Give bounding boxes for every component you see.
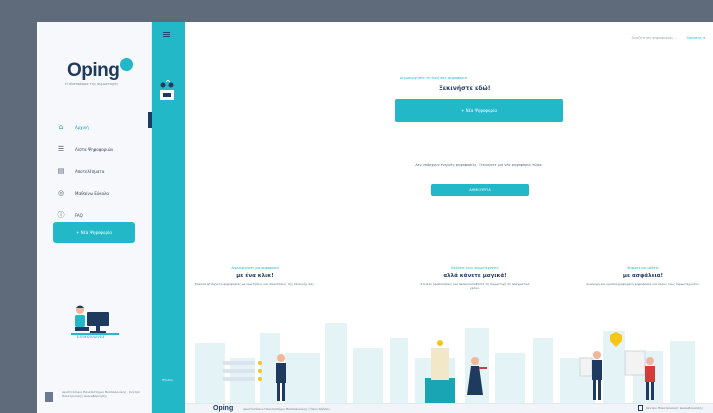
feature-subtitle: Ψηφίστε και μάθετε: [627, 266, 659, 270]
app-window: Oping Η πλατφόρμα της συμμετοχής ⌂ Αρχικ…: [37, 22, 713, 413]
logo-dot-icon: [120, 58, 134, 71]
learn-icon: ◎: [57, 189, 65, 197]
logout-label[interactable]: Έξοδος: [162, 378, 173, 382]
feature-description: Ανώνυμη και κρυπτογραφημένη ψηφοφορία γι…: [586, 282, 700, 286]
sidebar-item-votes[interactable]: ☰ Λίστα Ψηφοφοριών: [55, 138, 113, 160]
feature-title: με ασφάλεια!: [622, 273, 664, 279]
brand-name: Oping: [67, 60, 120, 81]
user-name: Χρήστης: [686, 36, 703, 40]
page-footer: Oping Αριστοτέλειο Πανεπιστήμιο Θεσσαλον…: [185, 403, 713, 413]
menu-icon[interactable]: ≡: [162, 28, 171, 41]
sidebar-footer-text: Αριστοτέλειο Πανεπιστήμιο Θεσσαλονίκης ·…: [62, 390, 140, 398]
help-icon: ⓘ: [57, 211, 65, 219]
brand-tagline: Η πλατφόρμα της συμμετοχής: [65, 82, 119, 86]
sidebar-item-learn[interactable]: ◎ Μαθαίνω Εύκολα: [55, 182, 113, 204]
sidebar-item-results[interactable]: ▤ Αποτελέσματα: [55, 160, 113, 182]
list-icon: ☰: [57, 145, 65, 153]
feature-description: Στείλτε προσκλήσεις και παρακολουθήστε τ…: [420, 282, 530, 291]
feature-title: με ένα κλικ!: [236, 273, 274, 279]
sidebar-item-label: Μαθαίνω Εύκολα: [75, 190, 110, 196]
sidebar-item-home[interactable]: ⌂ Αρχική: [55, 116, 113, 138]
partner-logo-icon: [638, 405, 644, 411]
create-vote-button[interactable]: + Νέα Ψηφοφορία: [395, 99, 563, 122]
sidebar-item-label: FAQ: [75, 212, 83, 218]
create-button[interactable]: ΔΗΜΙΟΥΡΓΙΑ: [431, 184, 529, 196]
city-skyline-illustration: [195, 323, 695, 413]
results-icon: ▤: [57, 167, 65, 175]
empty-state-text: Δεν υπάρχουν ενεργές ψηφοφορίες. Ξεκινήσ…: [415, 163, 543, 167]
sidebar-item-label: Λίστα Ψηφοφοριών: [75, 146, 114, 152]
person-at-desk-illustration: [71, 305, 119, 335]
sidebar-item-label: Αρχική: [75, 124, 89, 130]
footer-partner: Κέντρο Ηλεκτρονικής Διακυβέρνησης: [638, 405, 703, 411]
feature-description: Εύκολα φτιάχνετε ψηφοφορίες με ερωτήσεις…: [195, 282, 315, 286]
feature-subtitle: Καλέστε τους συμμετέχοντες: [451, 266, 499, 270]
main-content: Αναζήτηση ψηφοφορίας... Χρήστης ▾ Δημιου…: [185, 22, 713, 413]
home-icon: ⌂: [58, 123, 64, 131]
feature-secure: Ψηφίστε και μάθετε με ασφάλεια! Ανώνυμη …: [583, 266, 703, 286]
secondary-toolbar: ≡ Έξοδος: [148, 22, 185, 413]
sidebar: Oping Η πλατφόρμα της συμμετοχής ⌂ Αρχικ…: [37, 22, 152, 413]
hero-title: Ξεκινήστε εδώ!: [439, 85, 491, 92]
feature-title: αλλά κάνετε μαγικά!: [443, 273, 507, 279]
chevron-down-icon: ▾: [703, 36, 705, 40]
user-menu[interactable]: Χρήστης ▾: [687, 36, 705, 40]
university-icon: [45, 392, 53, 402]
contact-link[interactable]: Επικοινωνία: [77, 335, 104, 340]
hero-subtitle: Δημιουργήστε τη δική σας ψηφοφορία: [400, 76, 468, 80]
collaboration-icon[interactable]: [157, 80, 177, 104]
active-indicator: [148, 112, 152, 128]
sidebar-item-label: Αποτελέσματα: [75, 168, 105, 174]
sidebar-nav: ⌂ Αρχική ☰ Λίστα Ψηφοφοριών ▤ Αποτελέσμα…: [55, 116, 114, 226]
feature-create: Δημιουργήστε μια ψηφοφορία με ένα κλικ! …: [195, 266, 315, 286]
footer-logo[interactable]: Oping: [213, 405, 233, 412]
topbar: Αναζήτηση ψηφοφορίας... Χρήστης ▾: [631, 36, 705, 40]
search-hint[interactable]: Αναζήτηση ψηφοφορίας...: [631, 36, 676, 40]
new-vote-button[interactable]: + Νέα Ψηφοφορία: [53, 222, 135, 243]
feature-invite: Καλέστε τους συμμετέχοντες αλλά κάνετε μ…: [415, 266, 535, 290]
partner-name: Κέντρο Ηλεκτρονικής Διακυβέρνησης: [646, 406, 703, 410]
brand-logo[interactable]: Oping: [67, 58, 134, 82]
feature-subtitle: Δημιουργήστε μια ψηφοφορία: [231, 266, 279, 270]
footer-text[interactable]: Αριστοτέλειο Πανεπιστήμιο Θεσσαλονίκης |…: [243, 407, 330, 411]
